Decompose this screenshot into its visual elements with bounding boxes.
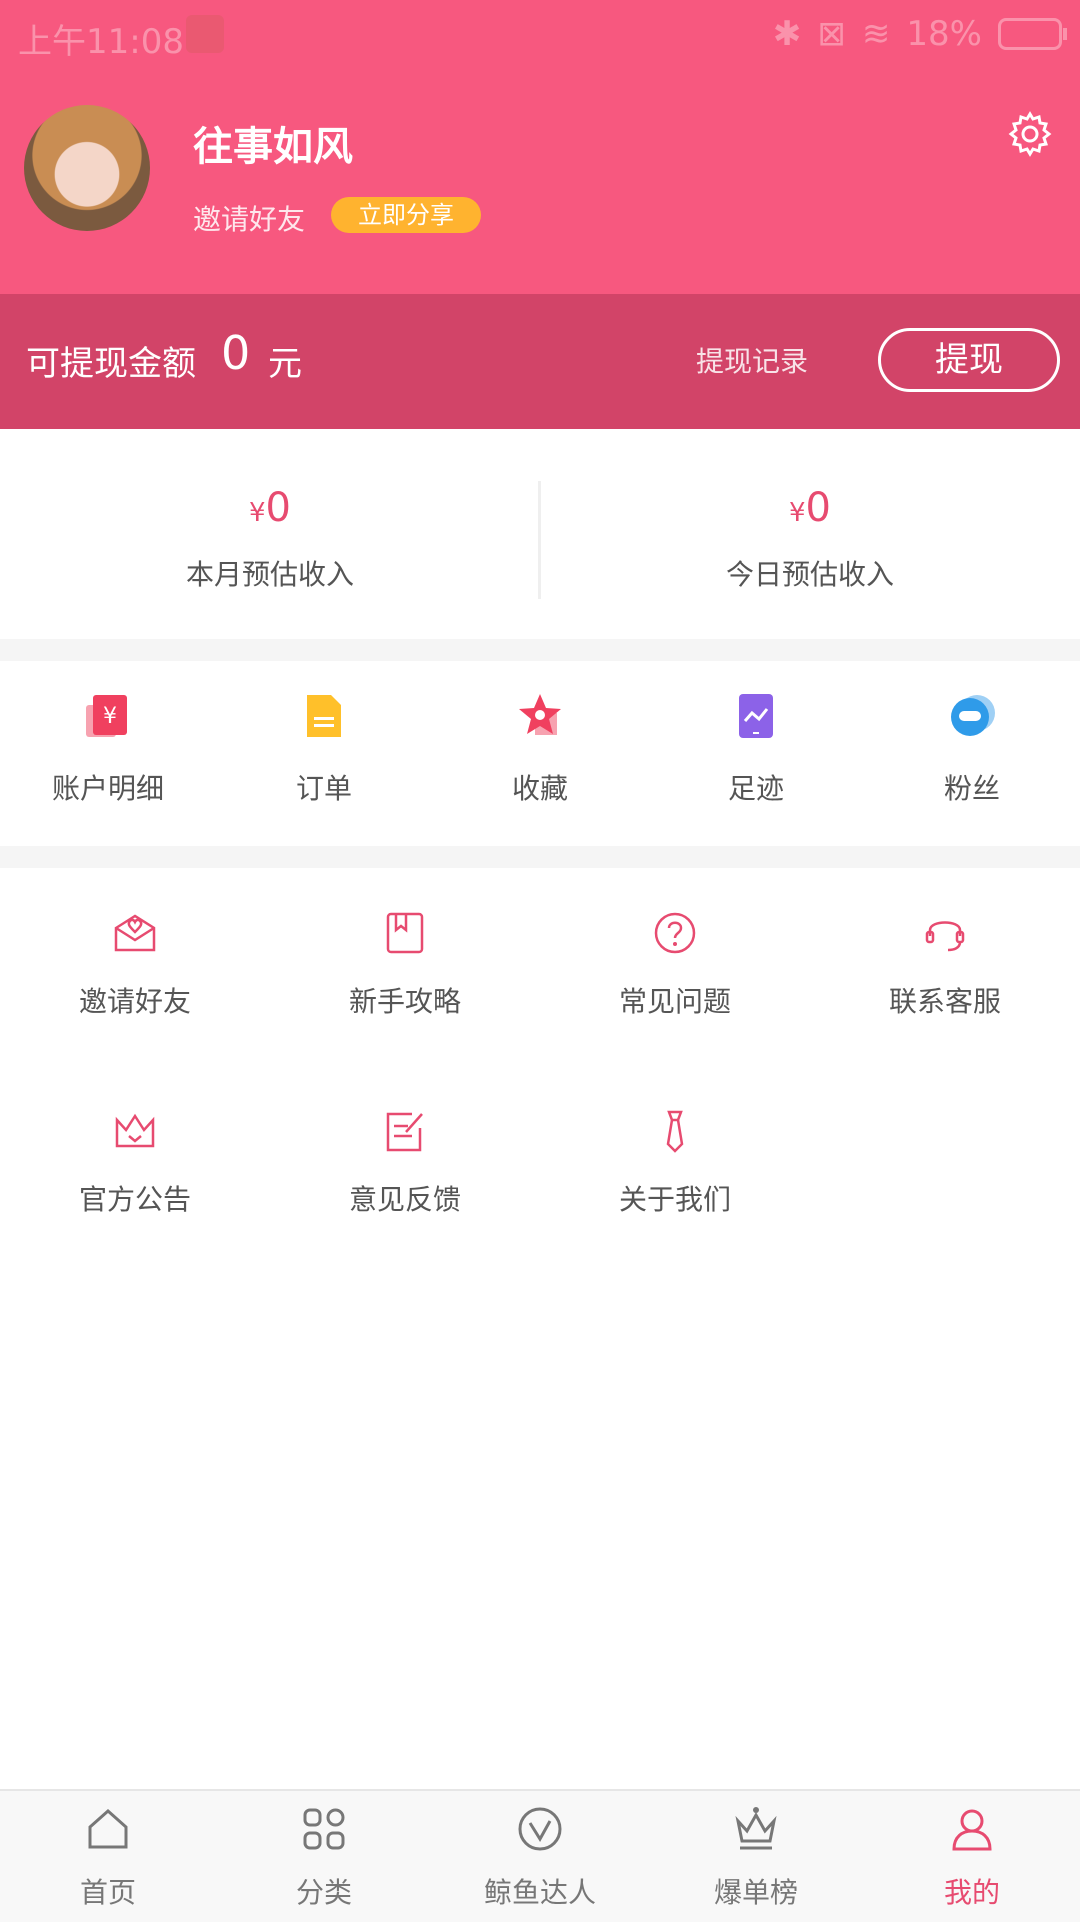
grid-label-invite-friends: 邀请好友 (78, 985, 191, 1018)
status-time: 上午11:08 (18, 22, 184, 62)
nav-label-category: 分类 (295, 1876, 352, 1909)
avatar[interactable] (24, 105, 150, 231)
quick-favorites[interactable]: 收藏 (432, 661, 648, 846)
guide-book-icon (386, 912, 424, 954)
grid-feedback[interactable]: 意见反馈 (270, 1066, 540, 1216)
invite-friends-icon (114, 914, 156, 952)
settings-gear-icon[interactable] (1006, 110, 1054, 158)
currency-symbol: ¥ (249, 498, 266, 528)
feedback-icon (386, 1112, 423, 1152)
status-bar: 上午11:08 ✱ ⊠ ≋ 18% (0, 0, 1080, 72)
grid-label-customer-service: 联系客服 (888, 985, 1001, 1018)
whale-expert-icon (518, 1807, 562, 1851)
nav-profile[interactable]: 我的 (864, 1791, 1080, 1922)
withdraw-button[interactable]: 提现 (878, 328, 1060, 392)
daily-income-value: 0 (805, 485, 831, 531)
share-now-button[interactable]: 立即分享 (331, 197, 481, 233)
nav-home[interactable]: 首页 (0, 1791, 216, 1922)
quick-label-orders: 订单 (295, 772, 352, 805)
grid-label-faq: 常见问题 (618, 985, 731, 1018)
quick-footprint[interactable]: 足迹 (648, 661, 864, 846)
about-us-icon (666, 1110, 684, 1153)
ranking-crown-icon (735, 1807, 777, 1850)
section-separator (0, 846, 1080, 868)
sim-icon: ⊠ (817, 14, 846, 54)
monthly-income[interactable]: ¥0 本月预估收入 (0, 429, 540, 639)
faq-icon (654, 912, 696, 954)
customer-service-icon (925, 921, 965, 952)
bluetooth-icon: ✱ (772, 14, 802, 54)
quick-label-favorites: 收藏 (511, 772, 568, 805)
quick-label-fans: 粉丝 (943, 772, 1000, 805)
nav-label-profile: 我的 (943, 1876, 1000, 1909)
grid-label-beginner-guide: 新手攻略 (348, 985, 461, 1018)
withdrawable-label: 可提现金额 (26, 344, 196, 384)
quick-fans[interactable]: 粉丝 (864, 661, 1080, 846)
order-icon (307, 695, 341, 737)
grid-invite-friends[interactable]: 邀请好友 (0, 868, 270, 1018)
section-separator (0, 639, 1080, 661)
account-detail-icon: ¥ (86, 695, 127, 737)
invite-friends-label: 邀请好友 (193, 203, 306, 236)
grid-announcement[interactable]: 官方公告 (0, 1066, 270, 1216)
nav-category[interactable]: 分类 (216, 1791, 432, 1922)
grid-label-about-us: 关于我们 (618, 1183, 731, 1216)
quick-actions-row: ¥ 账户明细 订单 收藏 足迹 粉丝 (0, 661, 1080, 846)
nav-label-home: 首页 (79, 1876, 136, 1909)
quick-account-detail[interactable]: ¥ 账户明细 (0, 661, 216, 846)
daily-income[interactable]: ¥0 今日预估收入 (540, 429, 1080, 639)
withdrawable-unit: 元 (268, 344, 302, 384)
username: 往事如风 (193, 124, 353, 170)
nav-label-ranking: 爆单榜 (713, 1876, 798, 1909)
status-indicators: ✱ ⊠ ≋ 18% (772, 14, 1067, 54)
grid-beginner-guide[interactable]: 新手攻略 (270, 868, 540, 1018)
svg-text:¥: ¥ (103, 704, 117, 729)
favorite-icon (519, 694, 561, 735)
announcement-crown-icon (115, 1113, 155, 1148)
home-icon (88, 1808, 128, 1849)
profile-header: 上午11:08 ✱ ⊠ ≋ 18% 往事如风 邀请好友 立即分享 (0, 0, 1080, 294)
withdraw-record-link[interactable]: 提现记录 (696, 340, 808, 380)
estimated-income-panel: ¥0 本月预估收入 ¥0 今日预估收入 (0, 429, 1080, 639)
profile-icon (952, 1809, 992, 1851)
nav-label-whale-expert: 鲸鱼达人 (483, 1876, 596, 1909)
grid-customer-service[interactable]: 联系客服 (810, 868, 1080, 1018)
quick-label-account-detail: 账户明细 (51, 772, 164, 805)
wifi-icon: ≋ (861, 14, 891, 54)
bottom-navigation: 首页 分类 鲸鱼达人 爆单榜 我的 (0, 1789, 1080, 1922)
category-icon (303, 1808, 345, 1850)
nav-whale-expert[interactable]: 鲸鱼达人 (432, 1791, 648, 1922)
nav-ranking[interactable]: 爆单榜 (648, 1791, 864, 1922)
monthly-income-value: 0 (265, 485, 291, 531)
battery-percent: 18% (906, 14, 982, 54)
quick-label-footprint: 足迹 (727, 772, 784, 805)
app-notification-icon (186, 15, 224, 53)
grid-faq[interactable]: 常见问题 (540, 868, 810, 1018)
daily-income-label: 今日预估收入 (725, 558, 894, 591)
grid-label-feedback: 意见反馈 (348, 1183, 461, 1216)
fans-icon (951, 695, 995, 736)
monthly-income-label: 本月预估收入 (185, 558, 354, 591)
withdrawable-amount: 0 (221, 326, 251, 380)
grid-about-us[interactable]: 关于我们 (540, 1066, 810, 1216)
quick-orders[interactable]: 订单 (216, 661, 432, 846)
battery-icon (998, 18, 1067, 50)
currency-symbol: ¥ (789, 498, 806, 528)
grid-label-announcement: 官方公告 (78, 1183, 191, 1216)
footprint-icon (739, 694, 773, 738)
